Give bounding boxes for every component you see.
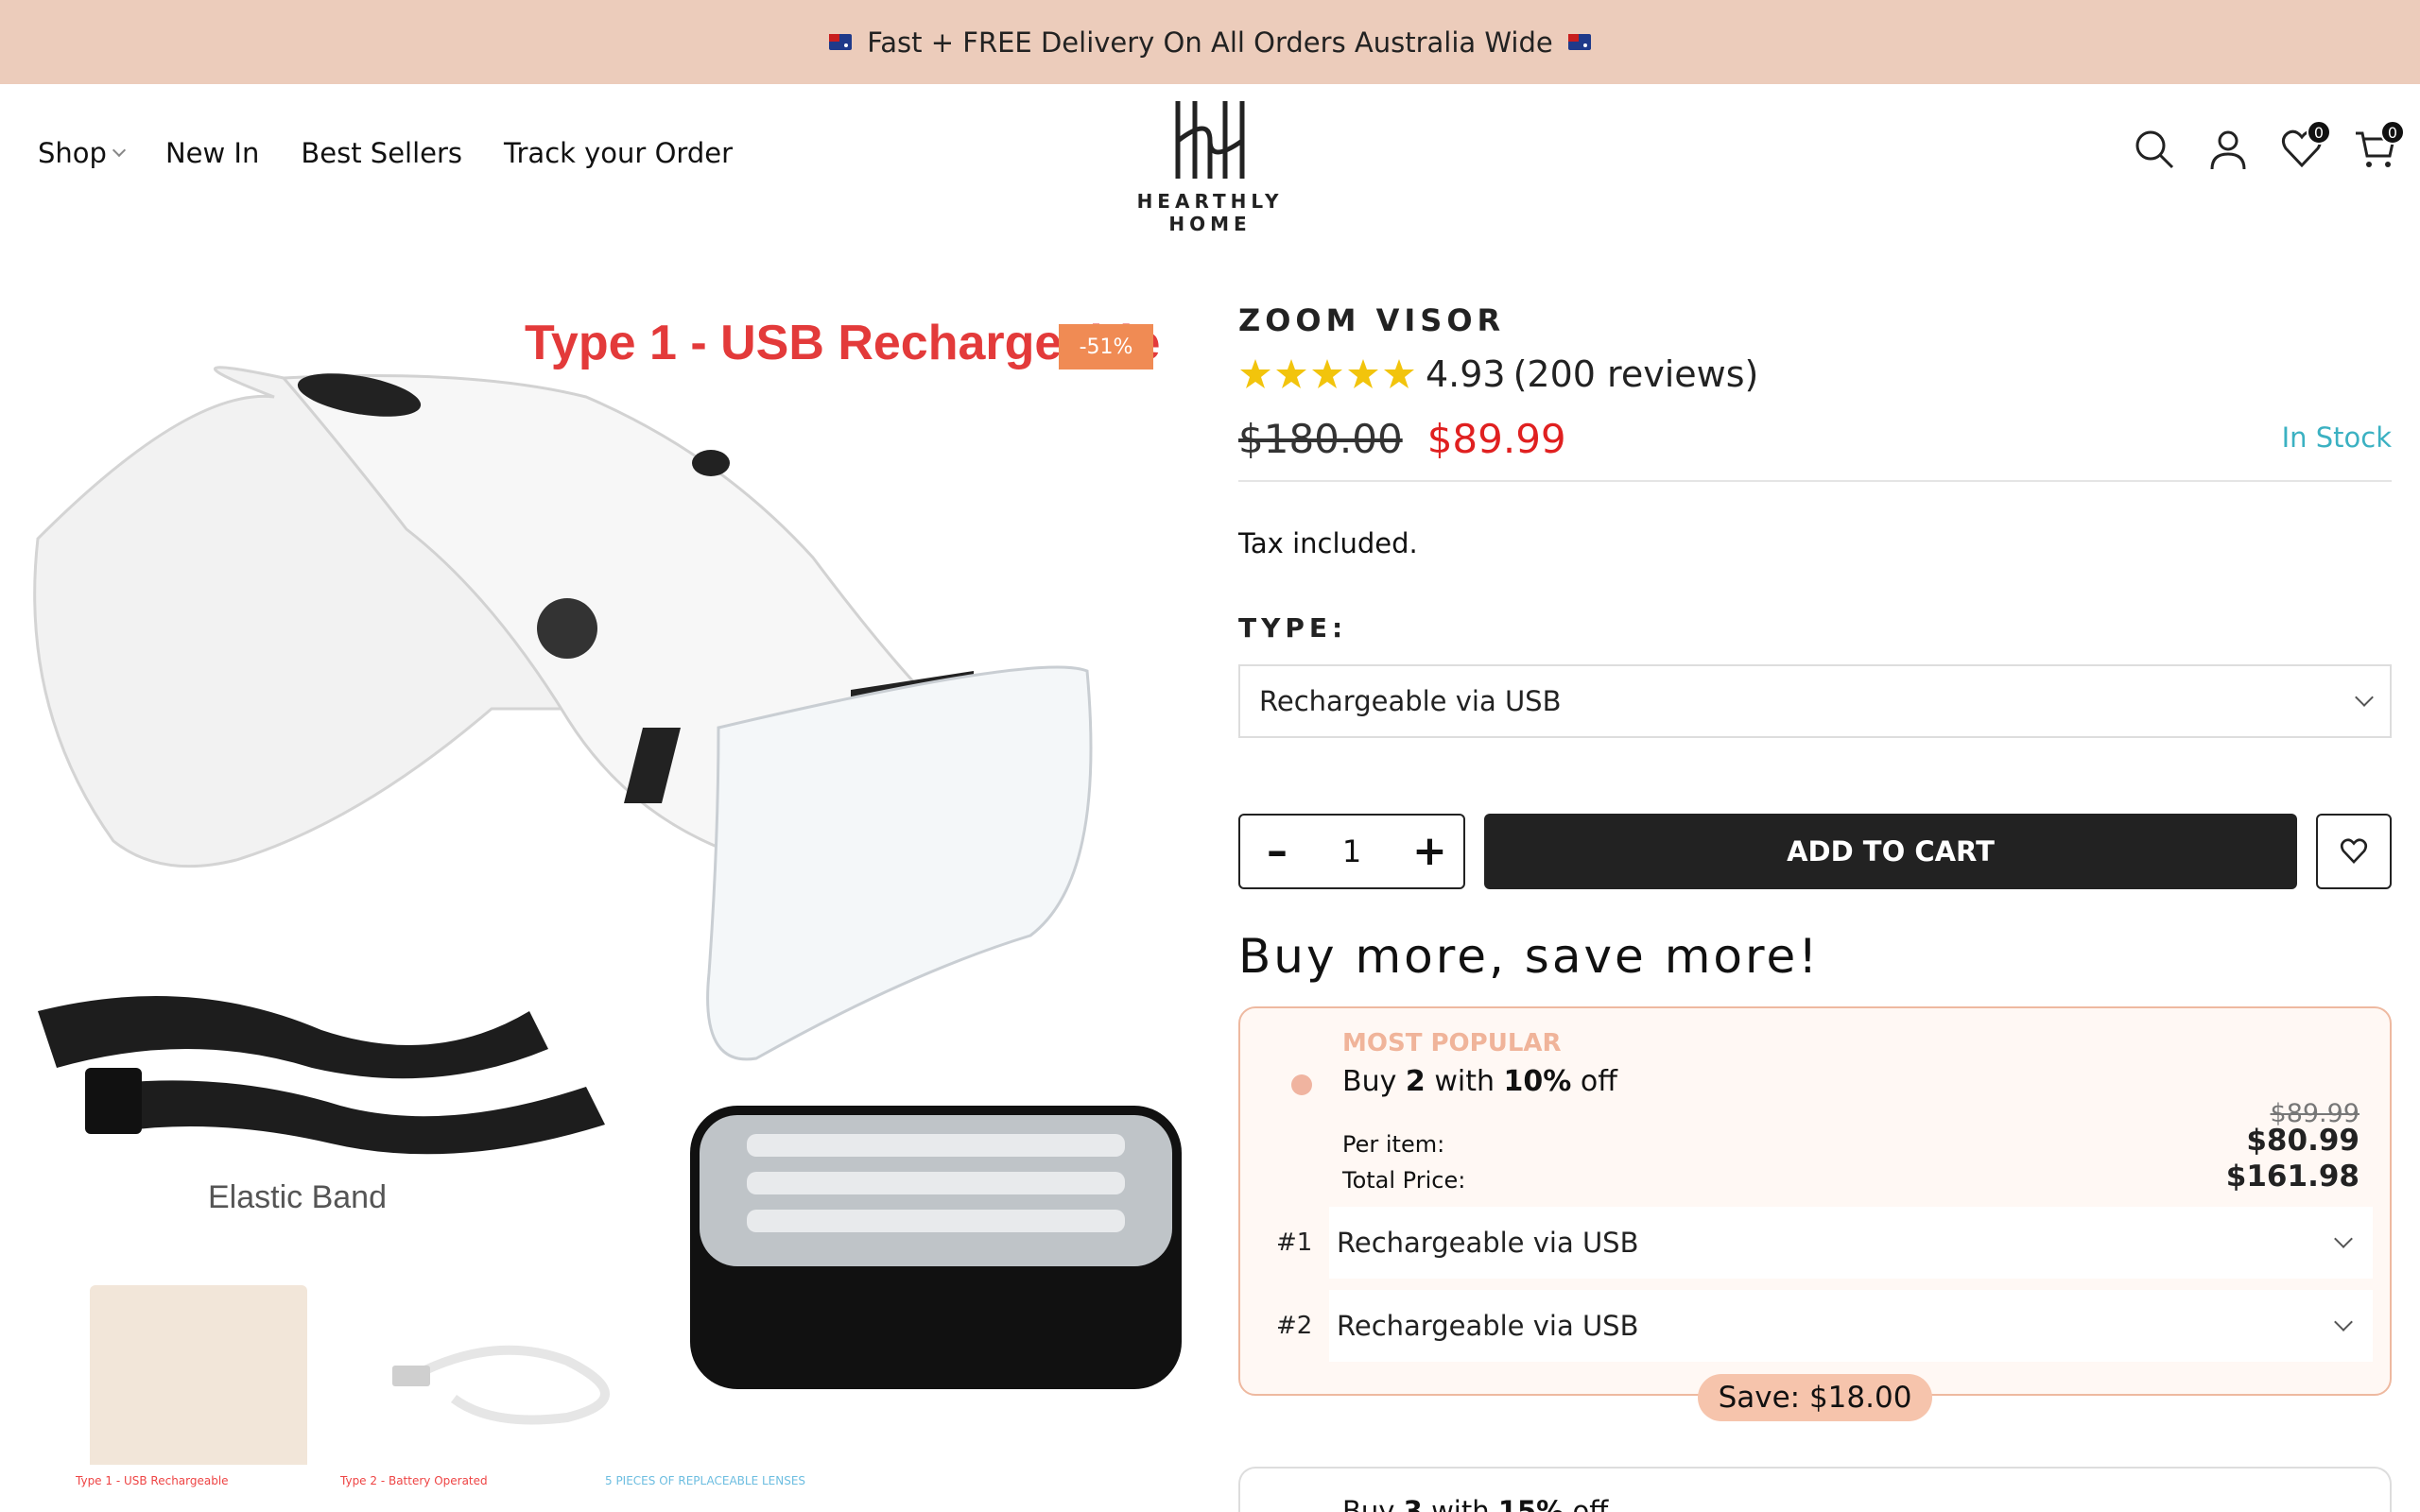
header-icons: 0 0 <box>2133 120 2405 171</box>
variant-number: #1 <box>1276 1228 1313 1257</box>
wishlist-count-badge: 0 <box>2307 120 2331 145</box>
chevron-down-icon <box>2334 1313 2353 1332</box>
site-header: Shop New In Best Sellers Track your Orde… <box>0 84 2420 235</box>
nav-new-in[interactable]: New In <box>165 137 259 169</box>
bundle-offer-text: Buy 3 with 15% off <box>1342 1495 1608 1512</box>
nav-shop-label: Shop <box>38 137 107 169</box>
nav-new-in-label: New In <box>164 137 260 169</box>
quantity-stepper: – 1 + <box>1238 814 1465 889</box>
brand-name: HEARTHLY HOME <box>1136 190 1284 235</box>
offer-pre: Buy <box>1342 1495 1395 1512</box>
offer-discount: 15% <box>1497 1495 1564 1512</box>
australia-flag-icon <box>1567 34 1591 50</box>
nav-best-sellers[interactable]: Best Sellers <box>301 137 462 169</box>
rating-row[interactable]: 4.93 (200 reviews) <box>1238 353 2392 395</box>
price-sale: $89.99 <box>1426 416 1566 462</box>
per-item-price: $80.99 <box>2246 1124 2360 1158</box>
search-icon <box>2135 130 2174 169</box>
per-item-label: Per item: <box>1342 1131 1445 1158</box>
offer-pre: Buy <box>1342 1065 1397 1098</box>
offer-mid: with <box>1434 1065 1495 1098</box>
rating-stars <box>1238 357 1418 391</box>
visor-illustration <box>33 366 1093 1061</box>
cloth-and-cable-illustration <box>90 1285 610 1465</box>
variant-number: #2 <box>1276 1312 1313 1340</box>
logo-mark-icon <box>1175 101 1245 179</box>
product-gallery[interactable]: Type 1 - USB Rechargeable Elastic Band -… <box>0 312 1191 1469</box>
total-price-label: Total Price: <box>1342 1167 1466 1194</box>
price-original: $180.00 <box>1238 416 1403 462</box>
bundle-variant-row: #1 Rechargeable via USB <box>1276 1207 2373 1279</box>
decrease-quantity-button[interactable]: – <box>1263 831 1291 872</box>
add-to-cart-button[interactable]: ADD TO CART <box>1484 814 2297 889</box>
nav-track-order[interactable]: Track your Order <box>504 137 733 169</box>
type-select[interactable]: Rechargeable via USB <box>1238 664 2392 738</box>
bundle-radio[interactable] <box>1291 1074 1312 1095</box>
band-label: Elastic Band <box>208 1179 387 1215</box>
offer-discount: 10% <box>1503 1065 1572 1098</box>
offer-quantity: 3 <box>1403 1495 1423 1512</box>
account-button[interactable] <box>2206 128 2250 171</box>
variant-select[interactable]: Rechargeable via USB <box>1329 1290 2373 1362</box>
product-info: ZOOM VISOR 4.93 (200 reviews) $180.00 $8… <box>1238 302 2392 1512</box>
user-icon <box>2210 130 2246 170</box>
star-icon <box>1240 359 1414 388</box>
offer-post: off <box>1580 1065 1617 1098</box>
variant-select-value: Rechargeable via USB <box>1337 1227 1639 1259</box>
bundle-offer-text: Buy 2 with 10% off <box>1342 1065 1617 1098</box>
cart-count-badge: 0 <box>2380 120 2405 145</box>
type-select-value: Rechargeable via USB <box>1259 685 1562 717</box>
chevron-down-icon <box>112 143 127 158</box>
variant-select-value: Rechargeable via USB <box>1337 1310 1639 1342</box>
main-nav: Shop New In Best Sellers Track your Orde… <box>38 137 733 169</box>
bundle-title: Buy more, save more! <box>1238 929 1821 984</box>
product-title: ZOOM VISOR <box>1238 302 1506 338</box>
bundle-offer-card[interactable]: MOST POPULAR Buy 2 with 10% off $89.99 P… <box>1238 1006 2392 1421</box>
stock-status: In Stock <box>2281 421 2392 454</box>
wishlist-button[interactable]: 0 <box>2280 120 2331 171</box>
add-to-cart-row: – 1 + ADD TO CART <box>1238 814 2392 889</box>
chevron-down-icon <box>2334 1229 2353 1248</box>
bundle-variant-row: #2 Rechargeable via USB <box>1276 1290 2373 1362</box>
variant-select[interactable]: Rechargeable via USB <box>1329 1207 2373 1279</box>
total-price: $161.98 <box>2225 1160 2360 1194</box>
savings-badge: Save: $18.00 <box>1698 1374 1932 1421</box>
lens-case-illustration <box>690 1106 1182 1389</box>
thumbnail[interactable]: Type 2 - Battery Operated <box>340 1474 577 1512</box>
add-to-wishlist-button[interactable] <box>2316 814 2392 889</box>
announcement-text: Fast + FREE Delivery On All Orders Austr… <box>867 26 1553 59</box>
offer-mid: with <box>1431 1495 1490 1512</box>
rating-value: 4.93 <box>1426 353 1506 395</box>
most-popular-label: MOST POPULAR <box>1342 1029 1562 1057</box>
price-row: $180.00 $89.99 In Stock <box>1238 416 2392 482</box>
increase-quantity-button[interactable]: + <box>1412 831 1447 872</box>
search-button[interactable] <box>2133 128 2176 171</box>
heart-icon <box>2340 838 2368 864</box>
gallery-thumbnails: Type 1 - USB Rechargeable Type 2 - Batte… <box>0 1474 1191 1512</box>
discount-badge: -51% <box>1059 324 1153 369</box>
offer-quantity: 2 <box>1405 1065 1426 1098</box>
brand-logo[interactable]: HEARTHLY HOME <box>1101 97 1319 235</box>
offer-post: off <box>1572 1495 1609 1512</box>
type-label: TYPE: <box>1238 612 1348 644</box>
announcement-bar: Fast + FREE Delivery On All Orders Austr… <box>0 0 2420 84</box>
product-image: Type 1 - USB Rechargeable Elastic Band <box>33 316 1182 1465</box>
cart-button[interactable]: 0 <box>2354 120 2405 171</box>
nav-best-sellers-label: Best Sellers <box>301 137 463 169</box>
bundle-offer-card-next[interactable]: Buy 3 with 15% off <box>1238 1467 2392 1512</box>
nav-track-order-label: Track your Order <box>504 137 733 169</box>
reviews-count: (200 reviews) <box>1512 353 1759 395</box>
australia-flag-icon <box>829 34 853 50</box>
thumbnail[interactable]: Type 1 - USB Rechargeable <box>76 1474 312 1512</box>
quantity-value[interactable]: 1 <box>1342 833 1361 869</box>
nav-shop[interactable]: Shop <box>38 137 127 169</box>
chevron-down-icon <box>2355 688 2374 707</box>
thumbnail[interactable]: 5 PIECES OF REPLACEABLE LENSES <box>605 1474 841 1512</box>
tax-note: Tax included. <box>1238 527 1418 559</box>
elastic-band-illustration: Elastic Band <box>38 996 605 1215</box>
